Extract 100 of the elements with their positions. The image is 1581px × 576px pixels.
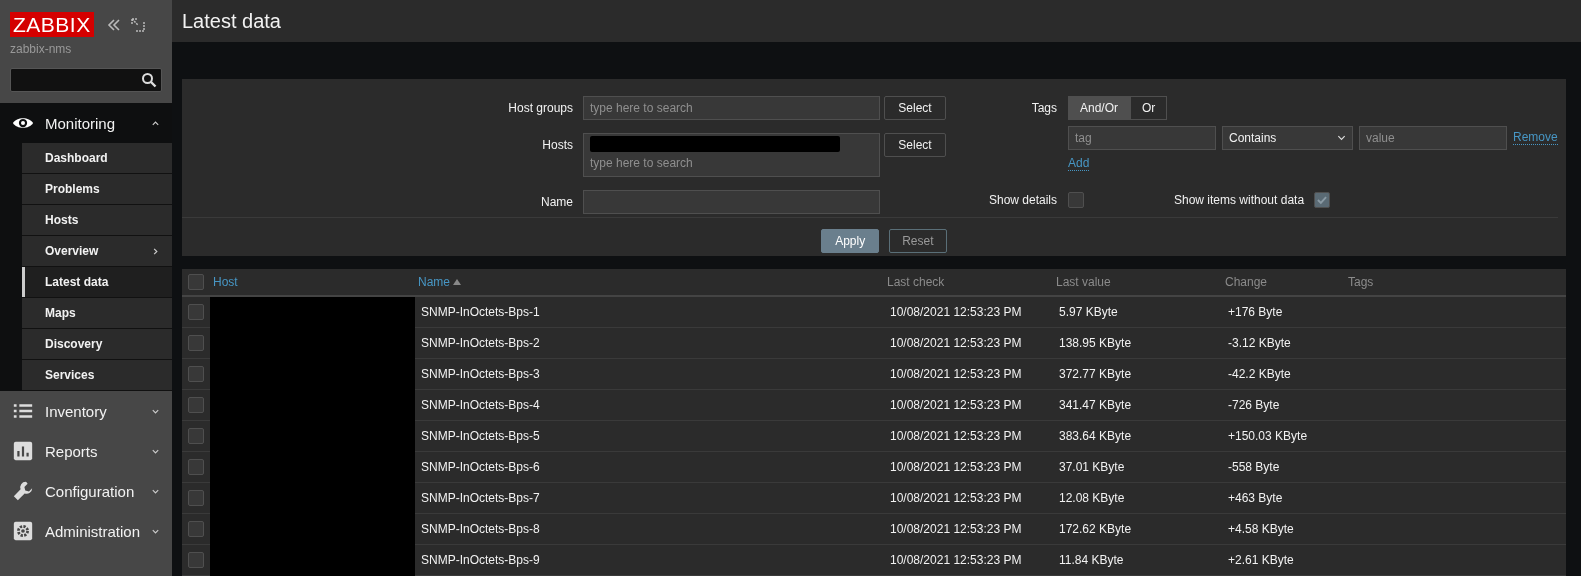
zabbix-logo[interactable]: ZABBIX [10, 12, 94, 37]
sort-up-icon [453, 278, 461, 286]
wrench-icon [12, 480, 34, 502]
bar-chart-icon [12, 440, 34, 462]
table-cell: +2.61 KByte [1228, 553, 1294, 567]
menu-item[interactable]: Configuration [0, 471, 172, 511]
table-cell: 10/08/2021 12:53:23 PM [890, 491, 1022, 505]
search-icon[interactable] [141, 72, 157, 88]
table-cell: SNMP-InOctets-Bps-1 [421, 305, 540, 319]
submenu-item[interactable]: Discovery [22, 329, 172, 360]
toggle-button[interactable]: Or [1130, 95, 1168, 120]
submenu-item[interactable]: Problems [22, 174, 172, 205]
table-cell: 10/08/2021 12:53:23 PM [890, 522, 1022, 536]
caret-right-icon [151, 246, 160, 256]
checkbox[interactable] [188, 335, 204, 351]
column-header[interactable]: Name [418, 275, 450, 289]
checkbox[interactable] [188, 304, 204, 320]
submenu-item[interactable]: Maps [22, 298, 172, 329]
server-name: zabbix-nms [10, 42, 73, 56]
submenu-item[interactable]: Services [22, 360, 172, 391]
caret-down-icon [1337, 133, 1346, 143]
submenu-item[interactable]: Latest data [22, 267, 172, 298]
table-cell: +463 Byte [1228, 491, 1283, 505]
page-title: Latest data [182, 9, 281, 33]
table-cell: 10/08/2021 12:53:23 PM [890, 398, 1022, 412]
submenu-item[interactable]: Hosts [22, 205, 172, 236]
menu-item[interactable]: Inventory [0, 391, 172, 431]
submenu-item[interactable]: Overview [22, 236, 172, 267]
table-cell: 10/08/2021 12:53:23 PM [890, 429, 1022, 443]
input-field[interactable]: tag [1068, 125, 1216, 150]
table-cell: 11.84 KByte [1059, 553, 1124, 567]
checkbox[interactable] [188, 397, 204, 413]
table-cell: 37.01 KByte [1059, 460, 1125, 474]
table-cell: SNMP-InOctets-Bps-2 [421, 336, 540, 350]
input-field[interactable]: value [1359, 125, 1507, 150]
table-cell: 10/08/2021 12:53:23 PM [890, 305, 1022, 319]
table-cell: SNMP-InOctets-Bps-9 [421, 553, 540, 567]
table-cell: SNMP-InOctets-Bps-7 [421, 491, 540, 505]
apply-button[interactable]: Apply [821, 228, 880, 253]
column-header: Last value [1056, 275, 1111, 289]
table-cell: 10/08/2021 12:53:23 PM [890, 460, 1022, 474]
table-cell: SNMP-InOctets-Bps-6 [421, 460, 540, 474]
field-label: Name [540, 193, 573, 211]
field-label: Host groups [507, 99, 573, 117]
field-label: Show details [987, 191, 1057, 209]
select-button[interactable]: Select [884, 95, 946, 120]
table-cell: SNMP-InOctets-Bps-5 [421, 429, 540, 443]
column-header: Change [1225, 275, 1268, 289]
checkbox[interactable] [188, 521, 204, 537]
table-cell: 5.97 KByte [1059, 305, 1118, 319]
checkbox[interactable] [188, 366, 204, 382]
table-cell: 10/08/2021 12:53:23 PM [890, 336, 1022, 350]
search-field[interactable] [10, 68, 162, 92]
table-cell: 372.77 KByte [1059, 367, 1132, 381]
input-field[interactable]: type here to search [590, 151, 873, 170]
menu-item[interactable]: Administration [0, 511, 172, 551]
checkbox[interactable] [188, 459, 204, 475]
table-cell: SNMP-InOctets-Bps-8 [421, 522, 540, 536]
menu-item[interactable]: Monitoring [0, 103, 172, 143]
submenu-item[interactable]: Dashboard [22, 143, 172, 174]
table-cell: 12.08 KByte [1059, 491, 1125, 505]
input-field[interactable]: type here to search [583, 95, 880, 120]
field-label: Tags [1030, 99, 1057, 117]
fullscreen-icon[interactable] [129, 16, 146, 33]
column-header[interactable]: Host [213, 275, 238, 289]
table-cell: -558 Byte [1228, 460, 1280, 474]
select-button[interactable]: Select [884, 132, 946, 157]
table-cell: -42.2 KByte [1228, 367, 1291, 381]
checkbox[interactable] [188, 490, 204, 506]
table-cell: +4.58 KByte [1228, 522, 1294, 536]
table-cell: 341.47 KByte [1059, 398, 1132, 412]
table-cell: SNMP-InOctets-Bps-4 [421, 398, 540, 412]
collapse-icon[interactable] [105, 16, 122, 33]
table-cell: -726 Byte [1228, 398, 1280, 412]
column-header: Last check [887, 275, 945, 289]
checkbox[interactable] [188, 428, 204, 444]
multiselect-field[interactable]: type here to search [583, 132, 880, 177]
caret-up-icon [151, 118, 160, 128]
remove-link[interactable]: Remove [1513, 130, 1558, 146]
table-cell: 10/08/2021 12:53:23 PM [890, 367, 1022, 381]
toggle-button[interactable]: And/Or [1068, 95, 1130, 120]
table-cell: 172.62 KByte [1059, 522, 1132, 536]
field-label: Hosts [541, 136, 573, 154]
input-field[interactable] [583, 189, 880, 214]
dropdown[interactable]: Contains [1222, 125, 1353, 150]
checkbox[interactable] [1068, 191, 1084, 208]
checkbox[interactable] [188, 552, 204, 568]
field-label: Show items without data [1174, 191, 1305, 209]
table-cell: 383.64 KByte [1059, 429, 1132, 443]
menu-item[interactable]: Reports [0, 431, 172, 471]
table-cell: +176 Byte [1228, 305, 1283, 319]
table-cell: 10/08/2021 12:53:23 PM [890, 553, 1022, 567]
column-header: Tags [1348, 275, 1374, 289]
checkbox[interactable] [1314, 191, 1331, 208]
add-link[interactable]: Add [1068, 155, 1090, 171]
reset-button[interactable]: Reset [889, 228, 947, 253]
checkbox[interactable] [188, 274, 204, 290]
table-cell: +150.03 KByte [1228, 429, 1308, 443]
table-cell: -3.12 KByte [1228, 336, 1291, 350]
table-cell: SNMP-InOctets-Bps-3 [421, 367, 540, 381]
